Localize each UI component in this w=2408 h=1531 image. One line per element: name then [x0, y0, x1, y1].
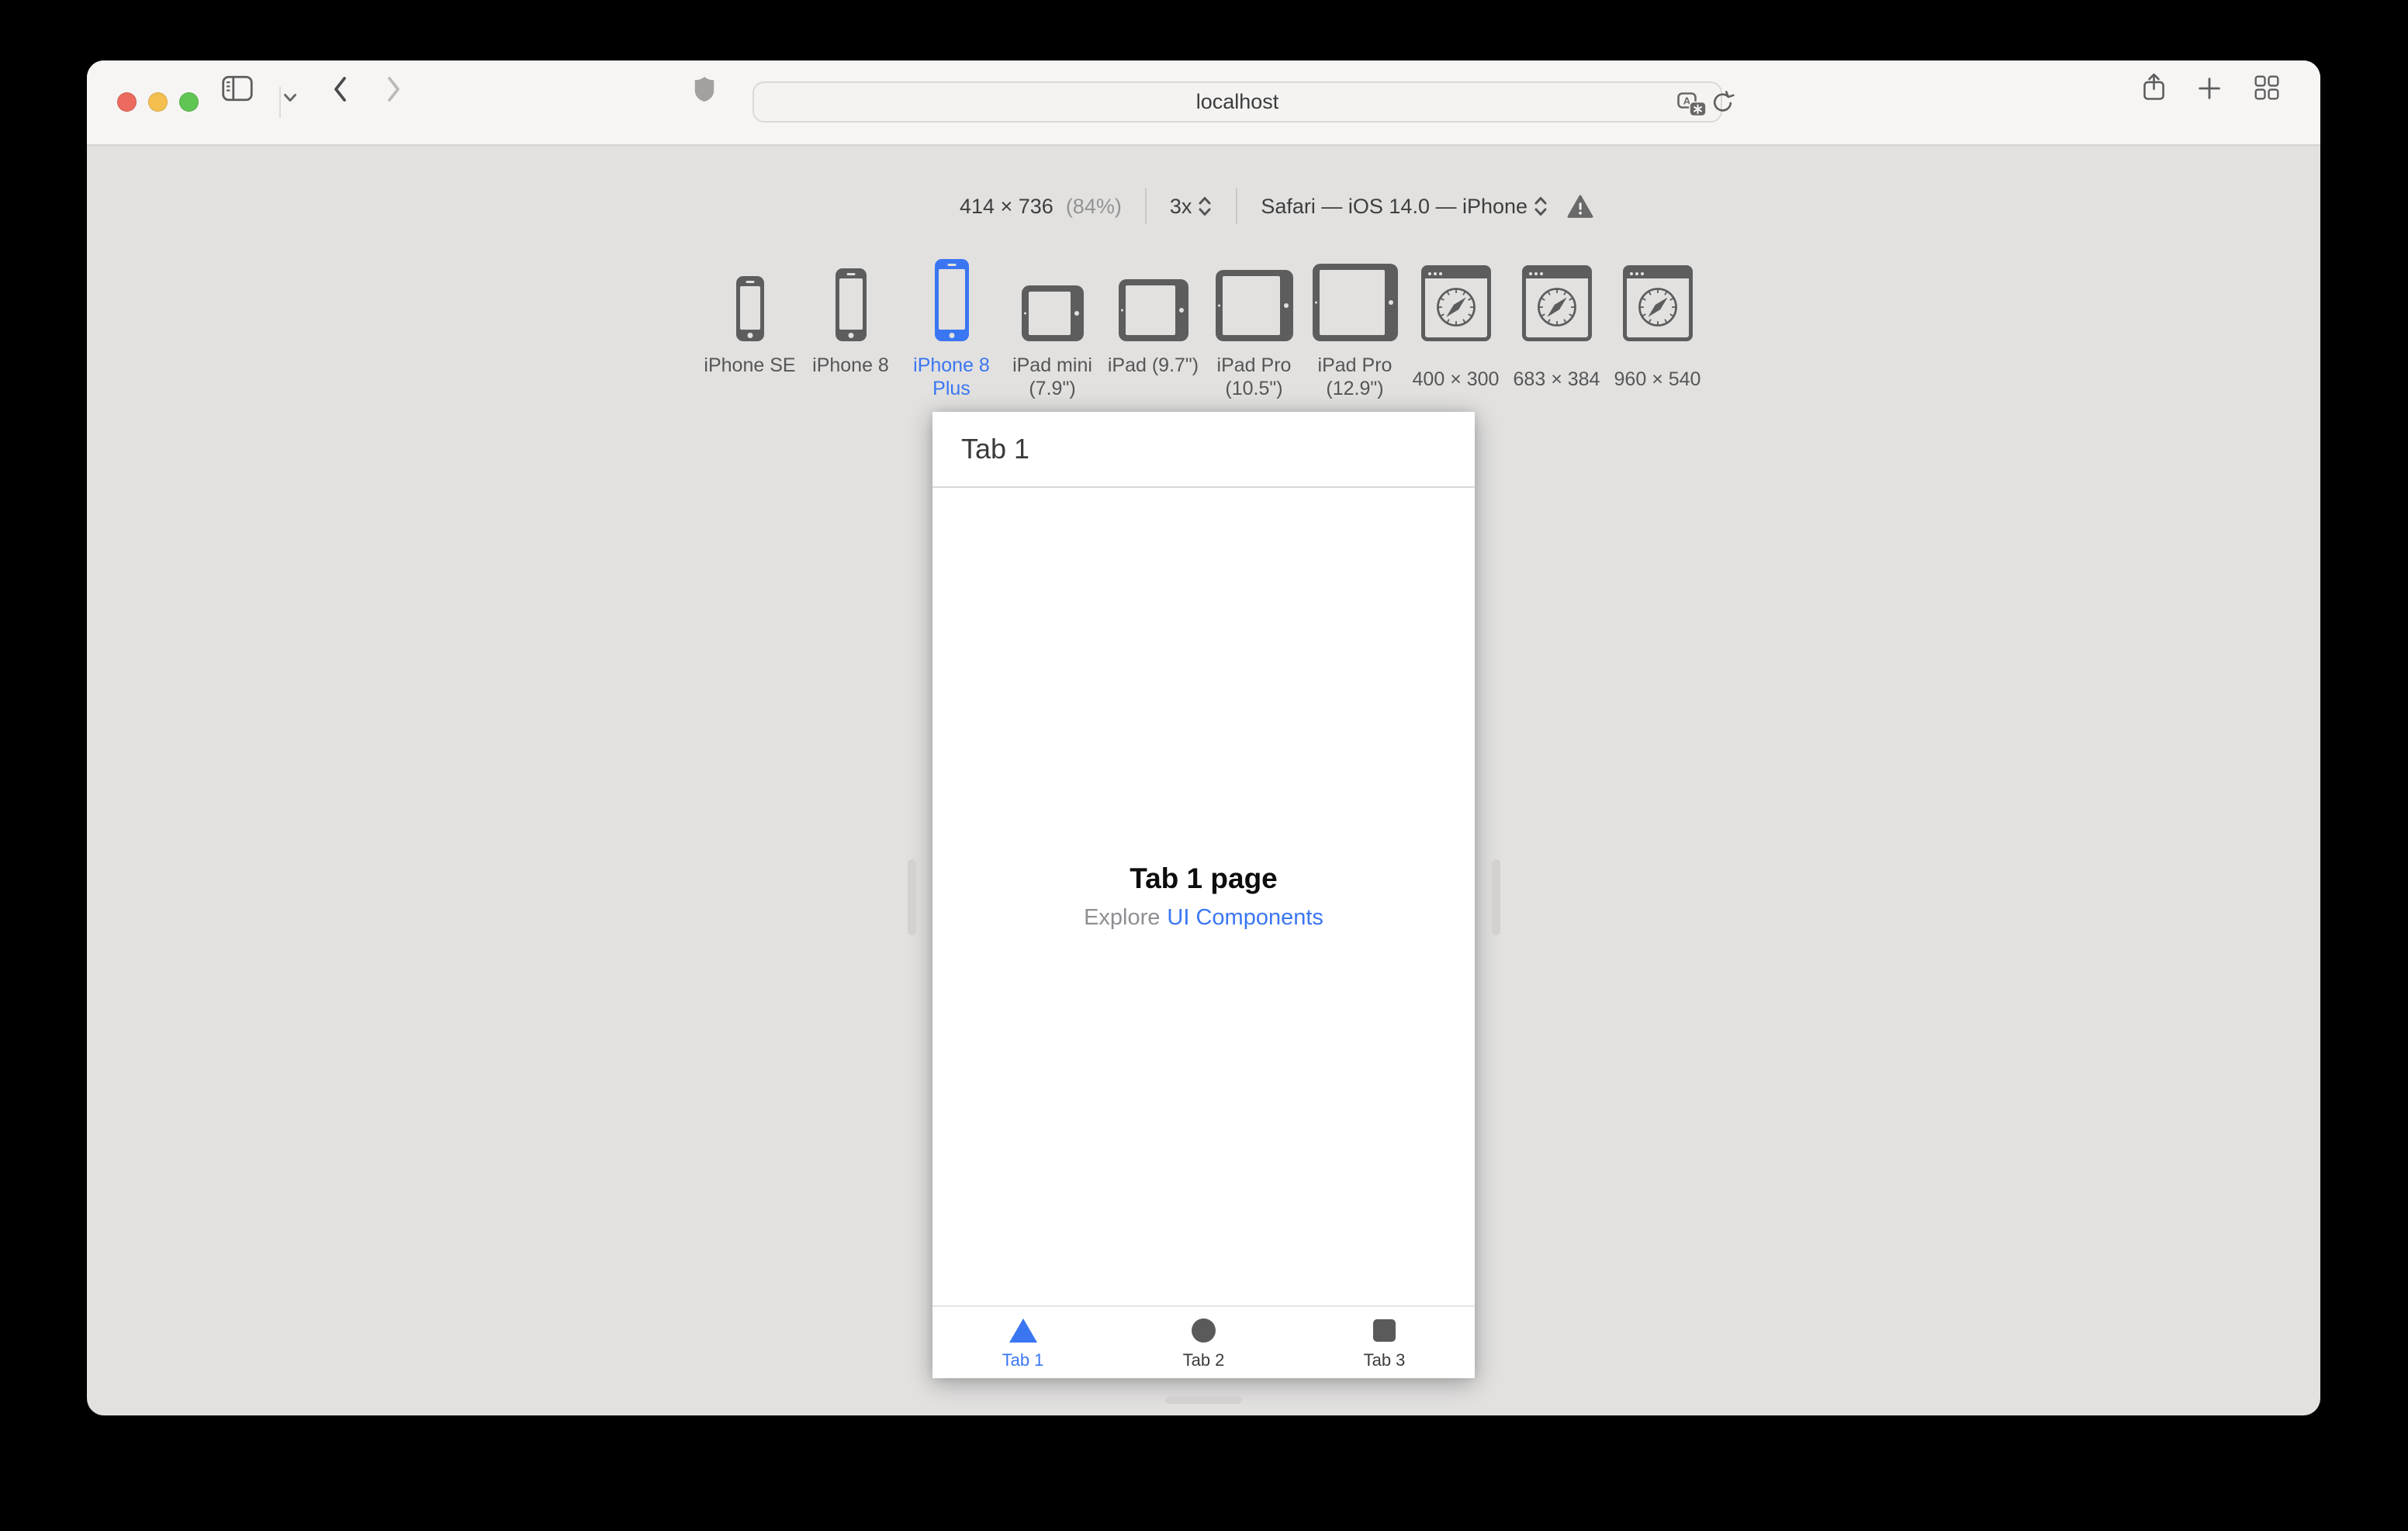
viewport-size-field[interactable]: 414 × 736	[960, 195, 1054, 219]
warning-triangle-icon	[1567, 195, 1593, 219]
user-agent-select[interactable]: Safari — iOS 14.0 — iPhone	[1261, 195, 1548, 219]
ipad-icon	[1312, 264, 1398, 341]
rdm-toolbar: 414 × 736 (84%) 3x Safari — iOS 14.0 — i…	[160, 181, 2320, 231]
url-text: localhost	[1195, 90, 1279, 113]
ui-components-link[interactable]: UI Components	[1167, 905, 1323, 931]
device-ipad-mini[interactable]: iPad mini (7.9")	[1002, 256, 1103, 400]
circle-icon	[1192, 1318, 1216, 1343]
bottom-tab-bar: Tab 1 Tab 2 Tab 3	[932, 1305, 1475, 1378]
user-agent-value: Safari — iOS 14.0 — iPhone	[1261, 194, 1528, 218]
resize-handle-left[interactable]	[908, 859, 916, 935]
device-label: iPad Pro (10.5")	[1216, 354, 1292, 399]
device-label: iPhone SE	[704, 354, 796, 376]
browser-window-icon	[1622, 265, 1693, 341]
subtitle-text: Explore	[1084, 905, 1161, 930]
pixel-ratio-select[interactable]: 3x	[1170, 195, 1213, 219]
browser-window-icon	[1521, 265, 1592, 341]
preset-400x300[interactable]: 400 × 300	[1406, 256, 1507, 400]
device-label: iPad Pro (12.9")	[1317, 354, 1393, 399]
rdm-divider	[1236, 188, 1238, 224]
zoom-percentage: (84%)	[1065, 194, 1122, 218]
device-iphone-se[interactable]: iPhone SE	[700, 256, 801, 400]
desktop: { "titlebar": { "traffic_lights": ["clos…	[0, 0, 2408, 1531]
iphone-icon	[934, 259, 969, 341]
close-window-button[interactable]	[117, 92, 137, 112]
minimize-window-button[interactable]	[148, 92, 168, 112]
device-iphone-8[interactable]: iPhone 8	[801, 256, 901, 400]
tab-label: Tab 2	[1182, 1350, 1225, 1370]
device-ipad-pro-105[interactable]: iPad Pro (10.5")	[1204, 256, 1305, 400]
warning-button[interactable]	[1567, 195, 1593, 219]
rdm-divider	[1144, 188, 1147, 224]
device-preset-row: iPhone SE iPhone 8 iPhone 8 Plus iPad mi…	[87, 256, 2320, 400]
address-bar[interactable]: localhost	[752, 81, 1722, 123]
tab-label: Tab 3	[1363, 1350, 1406, 1370]
preset-683x384[interactable]: 683 × 384	[1507, 256, 1607, 400]
page-nav-bar: Tab 1	[932, 412, 1475, 488]
device-label: iPad mini (7.9")	[1012, 354, 1092, 399]
triangle-icon	[1009, 1318, 1037, 1343]
simulated-viewport: Tab 1 Tab 1 page Explore UI Components T…	[932, 412, 1475, 1378]
device-label: iPhone 8	[812, 354, 889, 376]
page-content: Tab 1 page Explore UI Components	[932, 488, 1475, 1305]
page-title: Tab 1 page	[1130, 862, 1278, 894]
ipad-icon	[1021, 285, 1084, 341]
device-label: iPad (9.7")	[1107, 354, 1199, 376]
device-label: 400 × 300	[1412, 368, 1500, 390]
updown-chevrons-icon	[1197, 195, 1213, 218]
fullscreen-window-button[interactable]	[179, 92, 199, 112]
page-subtitle: Explore UI Components	[1084, 905, 1323, 931]
browser-window-icon	[1420, 265, 1491, 341]
iphone-icon	[735, 276, 764, 341]
device-label: 683 × 384	[1513, 368, 1600, 390]
safari-window: localhost 414 × 736 (84%) 3x Safari — iO…	[87, 60, 2320, 1415]
resize-handle-right[interactable]	[1492, 859, 1500, 935]
preset-960x540[interactable]: 960 × 540	[1607, 256, 1708, 400]
nav-title: Tab 1	[961, 433, 1030, 465]
device-label: 960 × 540	[1614, 368, 1701, 390]
tab-label: Tab 1	[1002, 1350, 1044, 1370]
toolbar-divider	[279, 87, 281, 118]
ipad-icon	[1215, 270, 1293, 341]
device-ipad-pro-129[interactable]: iPad Pro (12.9")	[1305, 256, 1406, 400]
updown-chevrons-icon	[1533, 195, 1548, 218]
device-ipad[interactable]: iPad (9.7")	[1103, 256, 1204, 400]
tab-3[interactable]: Tab 3	[1294, 1307, 1475, 1378]
device-iphone-8-plus[interactable]: iPhone 8 Plus	[901, 256, 1002, 400]
pixel-ratio-value: 3x	[1169, 194, 1192, 218]
resize-handle-bottom[interactable]	[1165, 1396, 1242, 1404]
browser-titlebar: localhost	[87, 60, 2320, 146]
tab-2[interactable]: Tab 2	[1113, 1307, 1294, 1378]
tab-1[interactable]: Tab 1	[932, 1307, 1113, 1378]
square-icon	[1373, 1318, 1396, 1342]
ipad-icon	[1118, 279, 1188, 341]
iphone-icon	[835, 268, 867, 341]
device-label: iPhone 8 Plus	[913, 354, 990, 399]
